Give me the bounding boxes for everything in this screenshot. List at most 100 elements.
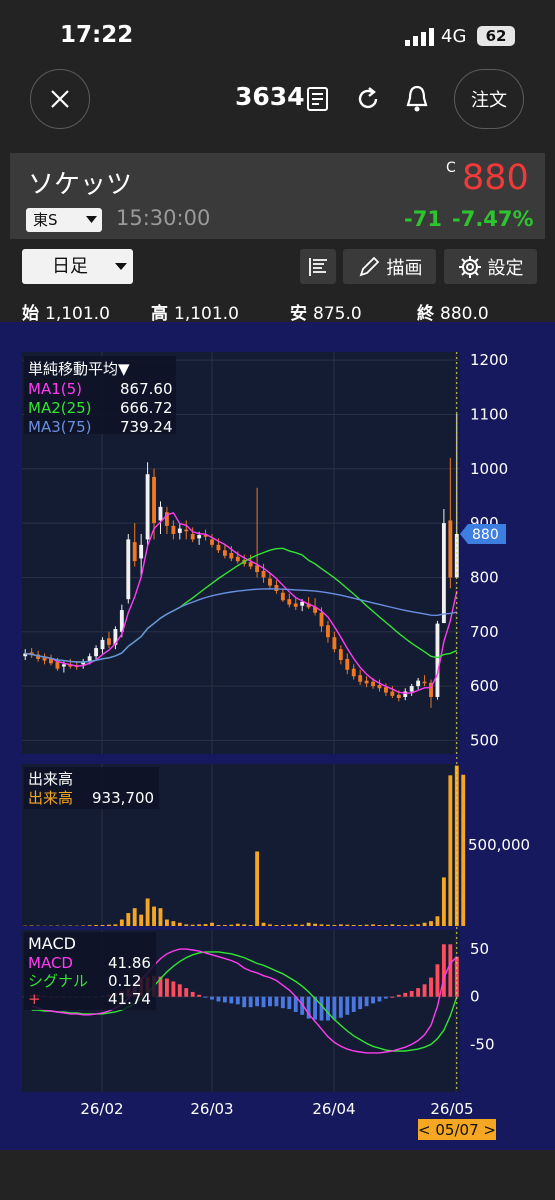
chevron-down-icon	[115, 263, 127, 270]
macd-histogram-bar	[190, 991, 195, 997]
volume-bar	[145, 898, 150, 926]
volume-bar	[287, 924, 292, 926]
macd-histogram-bar	[319, 996, 324, 1021]
ma-legend-name: MA3(75)	[28, 418, 92, 436]
volume-legend-value: 933,700	[92, 789, 154, 807]
candle	[338, 649, 343, 661]
candle	[287, 599, 292, 605]
candle	[139, 544, 144, 559]
order-book-button[interactable]	[300, 249, 336, 284]
gear-icon	[458, 255, 481, 278]
volume-bar	[94, 925, 99, 926]
volume-bar	[107, 924, 111, 926]
close-button[interactable]	[30, 69, 90, 129]
exchange-select[interactable]: 東S	[26, 208, 102, 232]
period-select[interactable]: 日足	[22, 249, 133, 284]
refresh-icon[interactable]	[355, 86, 381, 112]
settings-button[interactable]: 設定	[444, 249, 537, 284]
volume-bar	[222, 925, 227, 926]
candle	[364, 680, 369, 684]
candle	[171, 525, 176, 534]
volume-bar	[461, 774, 466, 926]
candle	[300, 601, 305, 606]
macd-histogram-bar	[383, 996, 388, 999]
volume-bar	[306, 922, 311, 926]
volume-bar	[390, 924, 395, 926]
candle	[332, 637, 337, 650]
volume-bar	[351, 925, 356, 926]
candle	[268, 578, 272, 586]
candle	[100, 639, 105, 650]
macd-histogram-bar	[184, 988, 189, 997]
macd-tick-label: 0	[470, 988, 480, 1006]
candle	[377, 685, 382, 689]
macd-histogram-bar	[255, 996, 260, 1007]
volume-bar	[416, 924, 421, 926]
ma-legend-value: 867.60	[120, 380, 173, 398]
volume-bar	[435, 916, 440, 926]
macd-legend-title: MACD	[28, 934, 76, 953]
signal-icon	[405, 28, 434, 46]
candle	[126, 539, 131, 600]
candle	[274, 585, 279, 592]
candle	[326, 625, 330, 638]
close-icon	[51, 90, 69, 108]
current-price: 880	[462, 158, 529, 198]
volume-bar	[197, 924, 202, 926]
macd-histogram-bar	[338, 996, 343, 1018]
high-value: 高 1,101.0	[151, 304, 239, 324]
volume-bar	[345, 924, 350, 926]
candle	[371, 681, 375, 687]
macd-histogram-bar	[396, 994, 401, 997]
volume-legend-title: 出来高	[28, 770, 73, 788]
candle	[422, 681, 427, 684]
macd-histogram-bar	[377, 996, 382, 1002]
volume-bar	[164, 919, 169, 926]
stock-code: 3634	[235, 82, 305, 111]
macd-histogram-bar	[203, 996, 208, 998]
document-icon[interactable]	[306, 86, 330, 112]
volume-bar	[441, 877, 446, 926]
macd-histogram-bar	[351, 996, 356, 1012]
macd-tick-label: 50	[470, 940, 489, 958]
candle	[210, 539, 214, 545]
macd-histogram-bar	[358, 996, 363, 1010]
stock-name: ソケッツ	[28, 170, 133, 200]
pencil-icon	[359, 256, 379, 276]
order-button[interactable]: 注文	[454, 69, 524, 129]
volume-bar	[409, 924, 414, 926]
chart-svg[interactable]: 26/02 26/03 26/04 26/0512001100100090080070…	[0, 322, 555, 1150]
ma-legend-title: 単純移動平均▼	[28, 360, 130, 378]
bell-icon[interactable]	[404, 84, 430, 114]
volume-bar	[338, 924, 343, 926]
volume-bar	[403, 925, 408, 926]
candle	[177, 528, 182, 533]
price-tick-label: 1100	[470, 405, 508, 423]
ma-legend-value: 739.24	[120, 418, 173, 436]
price-tick-label: 700	[470, 623, 499, 641]
candle	[454, 533, 459, 578]
volume-bar	[158, 908, 163, 926]
price-tick-label: 800	[470, 568, 499, 586]
volume-bar	[454, 765, 459, 926]
price-change-percent: -7.47%	[452, 207, 534, 231]
candle	[358, 675, 363, 682]
selected-date-label: < 05/07 >	[418, 1121, 496, 1139]
candle	[435, 623, 440, 697]
macd-histogram-bar	[287, 996, 292, 1010]
macd-histogram-bar	[435, 964, 440, 997]
macd-histogram-bar	[332, 996, 337, 1020]
exchange-label: 東S	[33, 211, 58, 229]
macd-histogram-bar	[280, 996, 285, 1009]
macd-histogram-bar	[235, 996, 240, 1005]
volume-bar	[184, 924, 189, 926]
volume-bar	[293, 924, 298, 926]
volume-bar	[255, 851, 260, 926]
close-value: 終 880.0	[417, 304, 489, 324]
draw-button[interactable]: 描画	[343, 249, 436, 284]
macd-histogram-bar	[177, 984, 182, 997]
macd-histogram-bar	[210, 996, 214, 1000]
last-price-label: 880	[472, 527, 499, 543]
macd-histogram-bar	[390, 996, 395, 998]
candle	[132, 542, 137, 562]
